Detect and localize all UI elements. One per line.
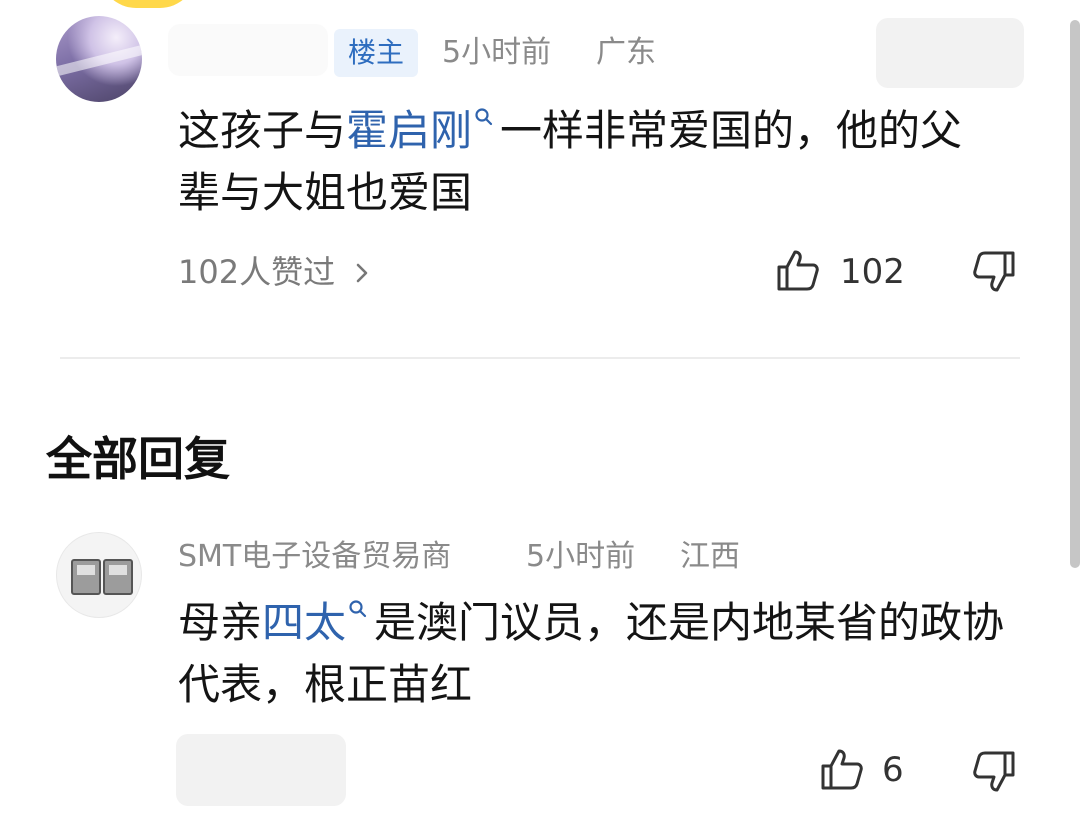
reply-author[interactable]: SMT电子设备贸易商 — [178, 533, 451, 581]
thumbs-down-icon[interactable] — [972, 750, 1016, 794]
thumbs-up-icon[interactable] — [776, 248, 820, 292]
reply-location: 江西 — [680, 539, 740, 574]
section-title: 全部回复 — [46, 432, 230, 486]
thumbs-up-icon[interactable] — [820, 747, 864, 791]
thumbs-down-icon[interactable] — [972, 250, 1016, 294]
reply-time: 5小时前 — [526, 539, 636, 574]
reply-avatar[interactable] — [56, 532, 142, 618]
owner-avatar[interactable] — [56, 16, 142, 102]
chevron-right-icon — [356, 263, 368, 283]
search-icon[interactable] — [474, 107, 494, 127]
like-count: 102 — [840, 252, 905, 292]
keyword-link[interactable]: 霍启刚 — [346, 106, 472, 155]
owner-badge: 楼主 — [334, 29, 419, 77]
likes-summary-text: 102人赞过 — [178, 253, 336, 291]
blurred-reply-action — [176, 734, 346, 806]
comment-text-start: 这孩子与 — [178, 106, 347, 155]
machine-image-part — [71, 559, 101, 595]
comment-location: 广东 — [596, 35, 656, 70]
blurred-follow-area — [876, 18, 1024, 88]
comment-time: 5小时前 — [442, 35, 552, 70]
machine-image-part — [103, 559, 133, 595]
scrollbar[interactable] — [1070, 20, 1080, 568]
comment-text: 这孩子与霍启刚 一样非常爱国的，他的父辈与大姐也爱国 — [178, 100, 998, 224]
reply-text: 母亲四太 是澳门议员，还是内地某省的政协代表，根正苗红 — [178, 592, 1008, 716]
keyword-link[interactable]: 四太 — [262, 598, 346, 647]
reply-like-count: 6 — [882, 750, 904, 790]
reply-text-start: 母亲 — [178, 598, 263, 647]
search-icon[interactable] — [348, 599, 368, 619]
likes-summary-link[interactable]: 102人赞过 — [178, 246, 373, 298]
top-emoji-fragment — [100, 0, 196, 8]
owner-name-blurred — [168, 24, 328, 76]
divider — [60, 357, 1020, 359]
